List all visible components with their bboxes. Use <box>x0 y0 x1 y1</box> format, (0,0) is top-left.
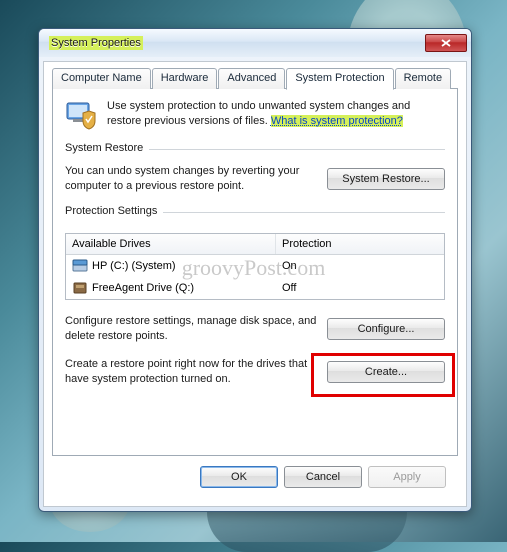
table-header: Available Drives Protection <box>66 234 444 255</box>
configure-button[interactable]: Configure... <box>327 318 445 340</box>
window-title: System Properties <box>49 37 425 49</box>
tab-remote[interactable]: Remote <box>395 68 452 89</box>
info-section: Use system protection to undo unwanted s… <box>65 99 445 131</box>
tab-system-protection[interactable]: System Protection <box>286 68 393 90</box>
col-header-protection[interactable]: Protection <box>276 234 444 254</box>
shield-monitor-icon <box>65 99 97 131</box>
ok-button[interactable]: OK <box>200 466 278 488</box>
titlebar: System Properties <box>39 29 471 57</box>
configure-description: Configure restore settings, manage disk … <box>65 314 317 344</box>
system-restore-button[interactable]: System Restore... <box>327 168 445 190</box>
table-row[interactable]: FreeAgent Drive (Q:) Off <box>66 277 444 299</box>
create-description: Create a restore point right now for the… <box>65 357 317 387</box>
system-restore-group: System Restore You can undo system chang… <box>65 149 445 194</box>
protection-settings-label: Protection Settings <box>65 205 163 217</box>
protection-settings-group: Protection Settings Available Drives Pro… <box>65 212 445 387</box>
drive-protection: On <box>276 258 444 274</box>
create-button[interactable]: Create... <box>327 361 445 383</box>
cancel-button[interactable]: Cancel <box>284 466 362 488</box>
drive-name: HP (C:) (System) <box>92 260 176 272</box>
restore-description: You can undo system changes by reverting… <box>65 164 317 194</box>
what-is-link[interactable]: What is system protection? <box>271 115 403 127</box>
apply-button: Apply <box>368 466 446 488</box>
drives-table: Available Drives Protection HP (C:) (Sys… <box>65 233 445 300</box>
system-properties-window: System Properties Computer Name Hardware… <box>38 28 472 512</box>
col-header-drives[interactable]: Available Drives <box>66 234 276 254</box>
drive-protection: Off <box>276 280 444 296</box>
tab-computer-name[interactable]: Computer Name <box>52 68 151 89</box>
info-text: Use system protection to undo unwanted s… <box>107 99 445 129</box>
tab-panel: Use system protection to undo unwanted s… <box>52 88 458 456</box>
external-drive-icon <box>72 281 88 295</box>
dialog-content: Computer Name Hardware Advanced System P… <box>43 61 467 507</box>
close-icon <box>441 39 451 47</box>
drive-name: FreeAgent Drive (Q:) <box>92 282 194 294</box>
tab-strip: Computer Name Hardware Advanced System P… <box>52 68 458 89</box>
table-row[interactable]: HP (C:) (System) On <box>66 255 444 277</box>
tab-advanced[interactable]: Advanced <box>218 68 285 89</box>
tab-hardware[interactable]: Hardware <box>152 68 218 89</box>
hp-drive-icon <box>72 259 88 273</box>
system-restore-label: System Restore <box>65 142 149 154</box>
close-button[interactable] <box>425 34 467 52</box>
dialog-footer: OK Cancel Apply <box>52 456 458 498</box>
